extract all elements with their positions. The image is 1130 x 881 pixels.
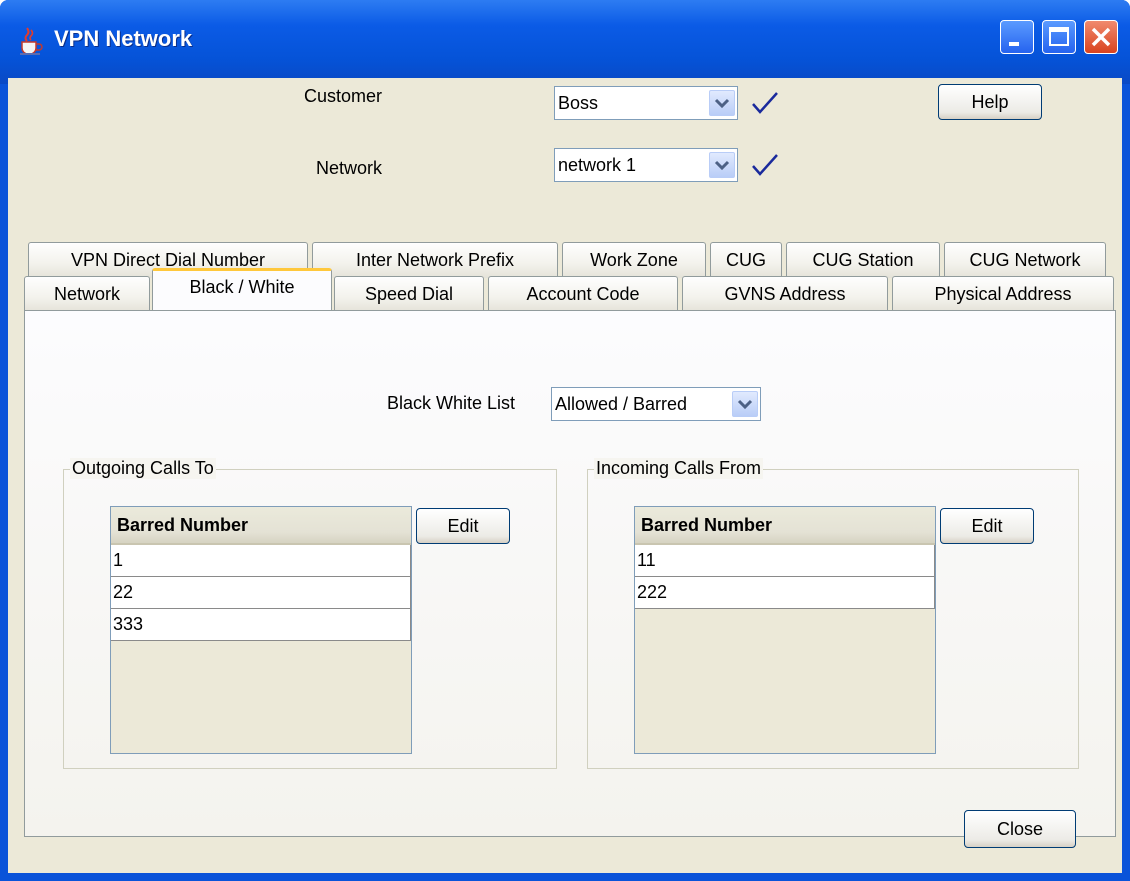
help-button[interactable]: Help <box>938 84 1042 120</box>
customer-select[interactable]: Boss <box>554 86 738 120</box>
table-row[interactable]: 222 <box>635 577 935 609</box>
table-row[interactable]: 11 <box>635 545 935 577</box>
table-row[interactable]: 333 <box>111 609 411 641</box>
tab-network[interactable]: Network <box>24 276 150 312</box>
window-title: VPN Network <box>54 26 193 51</box>
tab-account-code[interactable]: Account Code <box>488 276 678 312</box>
network-select-value: network 1 <box>558 155 637 175</box>
java-cup-icon <box>20 27 43 55</box>
tab-cug-station[interactable]: CUG Station <box>786 242 940 278</box>
network-select[interactable]: network 1 <box>554 148 738 182</box>
maximize-icon <box>1049 27 1069 46</box>
incoming-calls-title: Incoming Calls From <box>594 458 764 479</box>
tab-cug[interactable]: CUG <box>710 242 782 278</box>
tab-physical-address[interactable]: Physical Address <box>892 276 1114 312</box>
outgoing-edit-button[interactable]: Edit <box>416 508 510 544</box>
tab-work-zone[interactable]: Work Zone <box>562 242 706 278</box>
tab-inter-network-prefix[interactable]: Inter Network Prefix <box>312 242 558 278</box>
title-bar[interactable]: VPN Network <box>0 0 1130 84</box>
incoming-edit-button[interactable]: Edit <box>940 508 1034 544</box>
black-white-list-value: Allowed / Barred <box>555 394 688 414</box>
close-window-button[interactable] <box>1084 20 1118 54</box>
outgoing-calls-group: Outgoing Calls To Barred Number 1 22 333… <box>63 458 557 769</box>
close-button[interactable]: Close <box>964 810 1076 848</box>
outgoing-column-header[interactable]: Barred Number <box>111 507 411 545</box>
close-icon <box>1091 27 1111 47</box>
customer-select-value: Boss <box>558 93 599 113</box>
black-white-list-select[interactable]: Allowed / Barred <box>551 387 761 421</box>
tab-speed-dial[interactable]: Speed Dial <box>334 276 484 312</box>
chevron-down-icon[interactable] <box>732 391 758 417</box>
minimize-icon <box>1009 42 1019 46</box>
network-label: Network <box>316 158 383 178</box>
black-white-list-label: Black White List <box>387 393 516 413</box>
tab-black-white[interactable]: Black / White <box>152 268 332 310</box>
customer-valid-check-icon <box>752 92 778 114</box>
chevron-down-icon[interactable] <box>709 90 735 116</box>
outgoing-calls-title: Outgoing Calls To <box>70 458 216 479</box>
maximize-button[interactable] <box>1042 20 1076 54</box>
tab-cug-network[interactable]: CUG Network <box>944 242 1106 278</box>
incoming-calls-group: Incoming Calls From Barred Number 11 222… <box>587 458 1079 769</box>
incoming-column-header[interactable]: Barred Number <box>635 507 935 545</box>
vpn-network-window: VPN Network Customer Boss Help Network n… <box>0 0 1130 881</box>
minimize-button[interactable] <box>1000 20 1034 54</box>
tab-gvns-address[interactable]: GVNS Address <box>682 276 888 312</box>
outgoing-barred-table[interactable]: Barred Number 1 22 333 <box>110 506 412 754</box>
network-valid-check-icon <box>752 154 778 176</box>
customer-label: Customer <box>304 86 383 106</box>
black-white-tab-panel: Black White List Allowed / Barred Outgoi… <box>24 310 1116 837</box>
table-row[interactable]: 22 <box>111 577 411 609</box>
table-row[interactable]: 1 <box>111 545 411 577</box>
incoming-barred-table[interactable]: Barred Number 11 222 <box>634 506 936 754</box>
window-client-area: Customer Boss Help Network network 1 VPN… <box>8 78 1122 873</box>
chevron-down-icon[interactable] <box>709 152 735 178</box>
